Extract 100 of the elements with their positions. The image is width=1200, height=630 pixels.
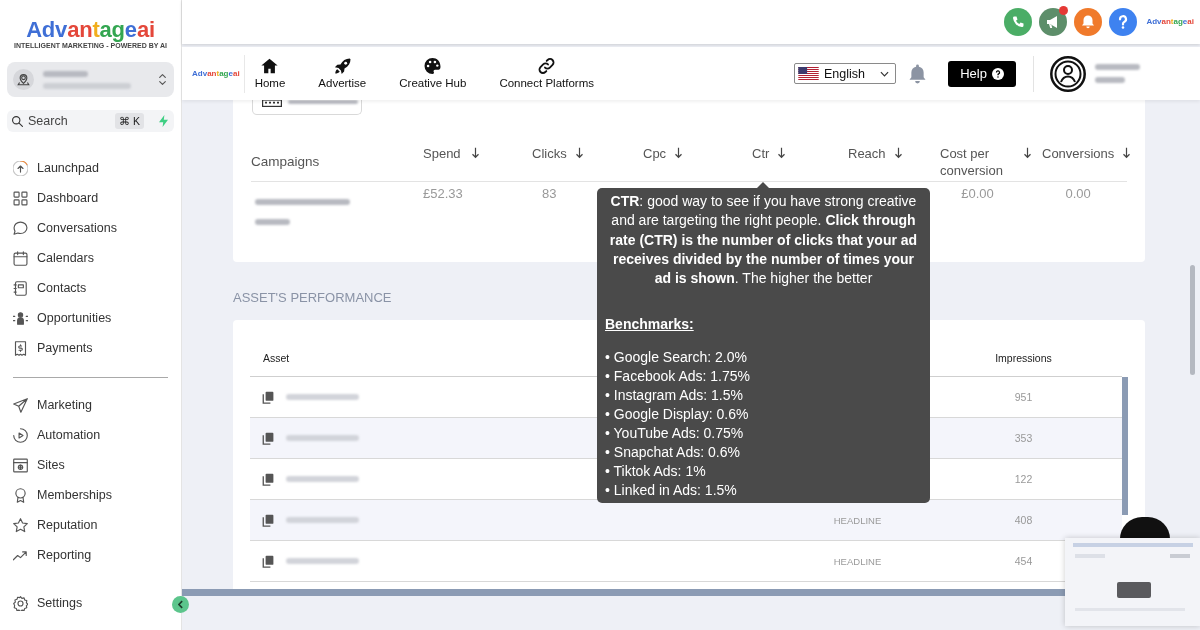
sidebar-item[interactable]: Launchpad	[7, 153, 174, 183]
notebook-icon	[13, 280, 28, 296]
bell-icon[interactable]	[909, 63, 926, 84]
benchmark-item: • YouTube Ads: 0.75%	[605, 423, 744, 443]
benchmark-item: • Instagram Ads: 1.5%	[605, 385, 743, 405]
help-icon[interactable]	[1109, 8, 1138, 36]
megaphone-icon[interactable]	[1039, 8, 1068, 36]
table-cell: £0.00	[961, 185, 994, 202]
collapse-sidebar-button[interactable]	[172, 596, 189, 613]
brand-logo: Advantageai	[26, 18, 155, 42]
sidebar-item[interactable]: Dashboard	[7, 183, 174, 213]
column-header: Clicks	[532, 145, 567, 162]
paper-plane-icon	[13, 397, 28, 413]
speech-bubble-icon	[13, 220, 28, 236]
page-scrollbar[interactable]	[1190, 265, 1195, 375]
bell-icon[interactable]	[1074, 8, 1103, 36]
sidebar-item[interactable]: Marketing	[7, 390, 174, 420]
copy-icon[interactable]	[262, 390, 274, 404]
copy-icon[interactable]	[262, 472, 274, 486]
tooltip-heading: Benchmarks:	[605, 315, 694, 335]
sidebar-item[interactable]: Reporting	[7, 540, 174, 570]
sidebar-item[interactable]: Opportunities	[7, 303, 174, 333]
search-field[interactable]: Search ⌘ K	[7, 110, 174, 132]
copy-icon[interactable]	[262, 554, 274, 568]
shortcut-key: ⌘ K	[115, 113, 144, 129]
sidebar-item[interactable]: Settings	[7, 588, 174, 618]
sort-down-icon[interactable]	[1122, 147, 1132, 159]
account-switcher[interactable]	[7, 62, 174, 97]
caret-down-icon	[880, 70, 889, 77]
table-cell: HEADLINE	[833, 555, 882, 567]
sort-down-icon[interactable]	[1023, 147, 1032, 159]
nav-tab[interactable]: Creative Hub	[399, 58, 467, 89]
help-button[interactable]: Help	[948, 60, 1016, 87]
search-icon	[12, 115, 23, 127]
sidebar-item[interactable]: Sites	[7, 450, 174, 480]
avatar-icon[interactable]	[1050, 55, 1086, 92]
award-icon	[13, 487, 28, 503]
column-header: Conversions	[1042, 145, 1115, 162]
nav-tab[interactable]: Advertise	[318, 58, 367, 89]
table-cell: 353	[1014, 432, 1033, 444]
vertical-scrollbar[interactable]	[1122, 377, 1128, 515]
benchmark-item: • Linked in Ads: 1.5%	[605, 480, 737, 500]
section-title: ASSET'S PERFORMANCE	[233, 290, 392, 305]
table-cell: 83	[542, 185, 557, 202]
brand-logo: Advantageai	[1146, 17, 1194, 27]
link-icon	[538, 58, 556, 74]
column-header: Impressions	[995, 352, 1052, 364]
browser-window-icon	[13, 457, 28, 473]
column-header: Cost per conversion	[940, 145, 1004, 179]
column-header: Spend	[423, 145, 462, 162]
column-header: Reach	[848, 145, 886, 162]
settings-icon	[13, 595, 28, 611]
rocket-icon	[333, 58, 351, 74]
chat-launcher-button[interactable]	[1120, 517, 1170, 539]
language-select[interactable]: English	[794, 63, 896, 84]
palette-icon	[424, 58, 442, 74]
date-range-field[interactable]	[252, 100, 362, 115]
copy-icon[interactable]	[262, 513, 274, 527]
column-header: Campaigns	[251, 153, 321, 170]
sidebar-item[interactable]: Conversations	[7, 213, 174, 243]
table-cell: HEADLINE	[833, 514, 882, 526]
tooltip-text: CTR: good way to see if you have strong creative and are targeting the right people. Click through rate (CTR) is the number of clicks that your ad receives divided by the number of times your ad is shown. The higher the better	[608, 192, 919, 289]
calendar-icon	[13, 250, 28, 266]
sidebar-item[interactable]: Reputation	[7, 510, 174, 540]
benchmark-item: • Google Search: 2.0%	[605, 347, 747, 367]
blurred-text	[1095, 64, 1140, 83]
brand-logo: Advantageai	[192, 68, 240, 79]
nav-tab[interactable]: Home	[254, 58, 286, 89]
grid-icon	[13, 190, 28, 206]
table-cell: 122	[1014, 473, 1033, 485]
calendar-icon	[262, 100, 282, 107]
benchmark-item: • Facebook Ads: 1.75%	[605, 366, 750, 386]
horizontal-scrollbar[interactable]	[182, 589, 1065, 596]
copy-icon[interactable]	[262, 431, 274, 445]
chevron-up-down-icon	[159, 73, 166, 86]
nav-tab[interactable]: Connect Platforms	[499, 58, 594, 89]
phone-icon[interactable]	[1004, 8, 1033, 36]
column-header: Asset	[263, 352, 290, 364]
benchmark-item: • Tiktok Ads: 1%	[605, 461, 706, 481]
table-cell: 408	[1014, 514, 1033, 526]
chevron-left-icon	[178, 600, 183, 609]
column-header: Cpc	[643, 145, 667, 162]
sort-down-icon[interactable]	[893, 147, 903, 159]
sidebar-item[interactable]: Payments	[7, 333, 174, 363]
benchmark-item: • Google Display: 0.6%	[605, 404, 749, 424]
table-cell: 0.00	[1065, 185, 1091, 202]
table-cell: £52.33	[423, 185, 463, 202]
benchmark-item: • Snapchat Ads: 0.6%	[605, 442, 740, 462]
sort-down-icon[interactable]	[777, 147, 787, 159]
flag-icon	[798, 67, 819, 80]
sidebar-item[interactable]: Automation	[7, 420, 174, 450]
table-cell: 951	[1014, 391, 1033, 403]
sidebar-item[interactable]: Contacts	[7, 273, 174, 303]
sort-down-icon[interactable]	[674, 147, 684, 159]
home-icon	[261, 58, 279, 74]
receipt-icon	[13, 340, 28, 356]
sort-down-icon[interactable]	[574, 147, 584, 159]
sort-down-icon[interactable]	[470, 147, 480, 159]
sidebar-item[interactable]: Calendars	[7, 243, 174, 273]
sidebar-item[interactable]: Memberships	[7, 480, 174, 510]
